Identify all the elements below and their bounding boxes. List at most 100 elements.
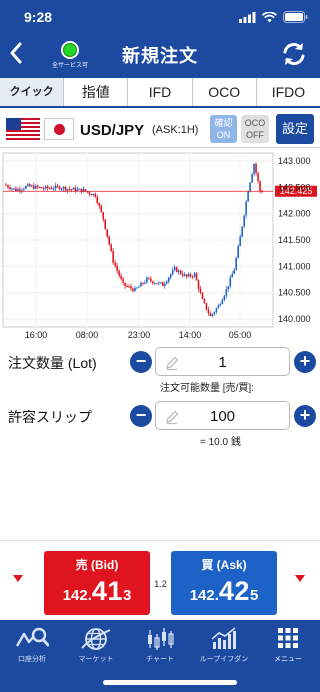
- candle-body: [150, 278, 152, 282]
- status-bar: 9:28: [0, 0, 320, 28]
- bottom-nav-chart[interactable]: チャート: [128, 626, 192, 666]
- jp-flag-icon[interactable]: [44, 118, 74, 140]
- candle-body: [32, 185, 35, 189]
- candle-body: [235, 257, 238, 270]
- tab-quick[interactable]: クイック: [0, 78, 65, 106]
- candle-body: [158, 282, 160, 284]
- bid-price-head: 142.: [62, 587, 92, 604]
- candle-body: [11, 188, 13, 190]
- quantity-increase-button[interactable]: +: [294, 351, 316, 373]
- candle-body: [68, 188, 71, 190]
- tab-ifdo[interactable]: IFDO: [257, 78, 320, 106]
- page-title: 新規注文: [122, 46, 198, 66]
- slippage-input[interactable]: 100: [155, 401, 290, 430]
- price-chart[interactable]: 142.425 143.000 142.500 142.000 141.500 141.…: [0, 150, 320, 344]
- candle-body: [120, 275, 122, 279]
- quantity-decrease-button[interactable]: −: [130, 351, 152, 373]
- candle-body: [165, 281, 168, 284]
- candle-body: [195, 273, 198, 281]
- candle-body: [219, 304, 222, 306]
- candle-body: [114, 262, 116, 266]
- tab-ifd[interactable]: IFD: [128, 78, 193, 106]
- refresh-icon[interactable]: [280, 40, 308, 68]
- settings-button[interactable]: 設定: [276, 114, 314, 144]
- bottom-nav-market[interactable]: マーケット: [64, 626, 128, 666]
- order-quantity-input[interactable]: 1: [155, 347, 290, 376]
- oco-toggle-button[interactable]: OCO OFF: [241, 115, 269, 143]
- slippage-increase-button[interactable]: +: [294, 405, 316, 427]
- candle-body: [23, 188, 25, 190]
- candle-body: [177, 270, 180, 273]
- candle-body: [54, 185, 57, 189]
- candle-body: [161, 282, 164, 286]
- slippage-decrease-button[interactable]: −: [130, 405, 152, 427]
- candle-body: [88, 192, 91, 194]
- candle-body: [144, 282, 146, 284]
- candle-body: [5, 184, 7, 186]
- tab-limit[interactable]: 指値: [64, 78, 129, 106]
- candle-body: [189, 274, 192, 277]
- candle-body: [253, 163, 255, 174]
- ask-price: 142.425: [171, 576, 277, 607]
- confirm-toggle-button[interactable]: 確認 ON: [210, 115, 237, 143]
- sell-bid-button[interactable]: 売 (Bid) 142.413: [44, 551, 150, 615]
- wifi-icon: [262, 11, 277, 22]
- tab-oco[interactable]: OCO: [193, 78, 257, 106]
- x-tick-label: 08:00: [76, 330, 99, 340]
- candle-body: [201, 292, 204, 300]
- currency-pair-name[interactable]: USD/JPY: [80, 122, 144, 139]
- candle-body: [92, 193, 95, 196]
- bottom-nav-menu[interactable]: メニュー: [256, 626, 320, 666]
- candle-body: [167, 277, 170, 282]
- slippage-row: 許容スリップ − 100 +: [0, 401, 320, 431]
- battery-icon: [283, 11, 308, 23]
- candle-body: [124, 282, 126, 286]
- candle-body: [225, 289, 228, 296]
- candle-body: [156, 283, 158, 285]
- candle-body: [205, 302, 208, 310]
- candle-body: [243, 215, 245, 227]
- order-quantity-label: 注文数量 (Lot): [8, 355, 97, 371]
- candlestick-chart: 142.425 143.000142.500142.000141.500141.…: [2, 152, 317, 340]
- candle-body: [251, 173, 253, 183]
- candle-body: [78, 188, 81, 190]
- bottom-nav-loop-ifdone[interactable]: ループイフダン: [192, 626, 256, 666]
- candle-body: [27, 184, 29, 187]
- slippage-label: 許容スリップ: [8, 409, 92, 425]
- candle-body: [179, 270, 182, 274]
- candle-body: [21, 189, 23, 191]
- y-tick-label: 141.000: [278, 261, 311, 271]
- available-quantity-label: 注文可能数量 [売/買]:: [160, 383, 254, 394]
- candle-body: [191, 276, 194, 278]
- y-tick-label: 141.500: [278, 235, 311, 245]
- market-globe-icon: [81, 628, 111, 650]
- candle-body: [239, 236, 241, 247]
- candle-body: [34, 185, 37, 189]
- confirm-toggle-label: 確認: [214, 118, 233, 128]
- candle-body: [15, 188, 17, 192]
- order-quantity-value: 1: [218, 354, 227, 371]
- chart-ask-interval[interactable]: (ASK:1H): [152, 124, 198, 136]
- candle-body: [108, 236, 110, 245]
- candle-body: [38, 187, 41, 189]
- x-tick-label: 16:00: [25, 330, 48, 340]
- candle-body: [227, 286, 230, 290]
- candle-body: [36, 185, 39, 188]
- candle-body: [146, 277, 148, 283]
- candle-body: [134, 288, 136, 292]
- pencil-icon: [166, 410, 179, 425]
- candle-body: [98, 203, 101, 207]
- buy-ask-button[interactable]: 買 (Ask) 142.425: [171, 551, 277, 615]
- bid-price: 142.413: [44, 576, 150, 607]
- candle-body: [181, 273, 184, 276]
- ask-price-head: 142.: [189, 587, 219, 604]
- y-tick-label: 140.000: [278, 314, 311, 324]
- bottom-nav-account-analysis[interactable]: 口座分析: [0, 626, 64, 666]
- us-flag-icon[interactable]: [6, 118, 40, 140]
- candle-body: [199, 288, 202, 293]
- menu-grid-icon: [278, 628, 298, 648]
- candle-body: [223, 295, 226, 301]
- bid-down-arrow-icon: [13, 575, 23, 582]
- candle-body: [94, 193, 97, 197]
- candle-body: [183, 274, 186, 276]
